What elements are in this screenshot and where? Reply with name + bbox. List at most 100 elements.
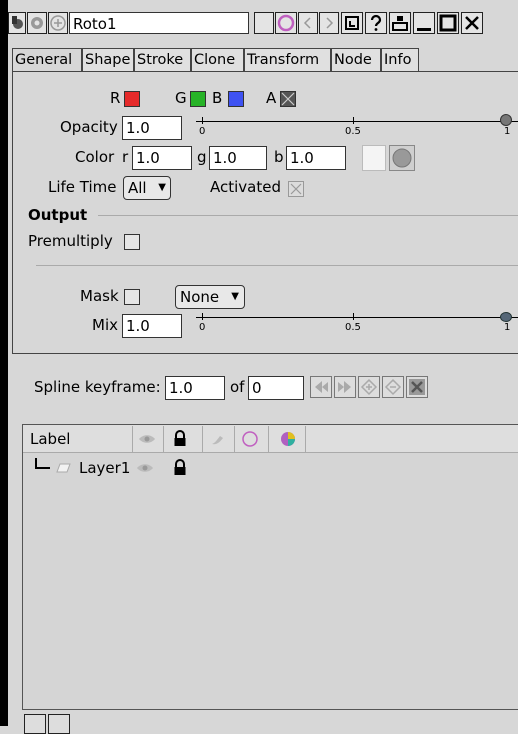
maximize-icon — [439, 14, 457, 32]
redo-button[interactable] — [319, 12, 339, 34]
close-button[interactable] — [461, 12, 483, 34]
activated-checkbox[interactable] — [288, 181, 304, 197]
color-picker-button[interactable] — [275, 12, 297, 34]
lock-header[interactable] — [172, 426, 192, 452]
remove-keyframe-button[interactable] — [382, 376, 404, 398]
mask-value: None — [180, 288, 220, 306]
question-icon — [370, 14, 382, 31]
spline-keyframe-field[interactable]: 1.0 — [165, 376, 225, 400]
previous-keyframe-icon — [315, 381, 328, 393]
opacity-field[interactable]: 1.0 — [122, 116, 182, 140]
opacity-tick-0 — [202, 117, 203, 124]
tree-branch-icon — [35, 458, 50, 469]
opacity-slider-handle[interactable] — [500, 114, 512, 126]
node-icon — [12, 16, 23, 29]
bottom-button-1[interactable] — [24, 714, 46, 734]
settings-button[interactable] — [27, 12, 47, 34]
mix-slider[interactable]: 0 0.5 1 — [196, 308, 518, 338]
plus-circle-icon — [50, 15, 66, 31]
check-x-icon — [281, 92, 295, 106]
opacity-slider[interactable]: 0 0.5 1 — [196, 112, 518, 142]
header-separator — [234, 426, 235, 452]
tab-info[interactable]: Info — [381, 48, 419, 72]
color-wheel-icon — [277, 14, 295, 32]
mix-tick-label-1: 1 — [504, 322, 511, 333]
tab-general[interactable]: General — [12, 48, 82, 72]
node-icon-button[interactable] — [8, 12, 26, 34]
maximize-button[interactable] — [437, 12, 459, 34]
channel-g-checkbox[interactable] — [190, 91, 206, 107]
mix-slider-handle[interactable] — [500, 312, 512, 322]
activated-label: Activated — [210, 178, 281, 196]
lock-icon[interactable] — [172, 456, 188, 480]
mix-field[interactable]: 1.0 — [122, 314, 182, 338]
next-keyframe-button[interactable] — [334, 376, 356, 398]
close-icon — [465, 16, 479, 30]
node-name-field[interactable]: Roto1 — [69, 12, 249, 34]
float-icon — [392, 16, 408, 31]
undo-button[interactable] — [298, 12, 318, 34]
color-b-label: b — [274, 148, 284, 166]
tab-stroke[interactable]: Stroke — [134, 48, 191, 72]
visibility-header[interactable] — [137, 426, 157, 452]
opacity-tick-label-1: 1 — [504, 126, 511, 137]
restore-defaults-button[interactable] — [341, 12, 363, 34]
color-r-label: r — [122, 148, 129, 166]
tab-clone[interactable]: Clone — [191, 48, 244, 72]
spline-of-field[interactable]: 0 — [248, 376, 304, 400]
eye-icon[interactable] — [135, 456, 155, 480]
mix-tick-label-0: 0 — [199, 322, 206, 333]
lifetime-value: All — [128, 179, 147, 197]
mix-tick-0 — [202, 313, 203, 320]
help-button[interactable] — [365, 12, 387, 34]
chevron-left-icon — [303, 17, 311, 29]
eye-icon — [139, 435, 155, 443]
opacity-tick-05 — [353, 117, 354, 124]
title-bar: Roto1 — [8, 12, 518, 38]
channel-g-label: G — [175, 89, 187, 107]
channel-b-checkbox[interactable] — [228, 91, 244, 107]
chevron-right-icon — [326, 17, 334, 29]
minimize-panel-button[interactable] — [254, 12, 274, 34]
opacity-slider-track — [196, 121, 518, 122]
header-separator — [132, 426, 133, 452]
bottom-button-2[interactable] — [48, 714, 70, 734]
add-button[interactable] — [48, 12, 68, 34]
minimize-icon — [417, 28, 431, 31]
layer-icon — [56, 463, 71, 473]
prev-keyframe-button[interactable] — [310, 376, 332, 398]
motion-blur-header[interactable] — [208, 426, 228, 452]
mask-dropdown[interactable]: None ▼ — [175, 285, 245, 309]
mix-label: Mix — [92, 316, 118, 334]
color-g-field[interactable]: 1.0 — [209, 146, 267, 170]
color-picker-circle-button[interactable] — [389, 145, 415, 171]
color-b-field[interactable]: 1.0 — [286, 146, 346, 170]
add-keyframe-button[interactable] — [358, 376, 380, 398]
lock-icon — [174, 430, 186, 446]
brush-icon — [212, 436, 223, 445]
float-panel-button[interactable] — [389, 12, 411, 34]
premultiply-checkbox[interactable] — [124, 234, 140, 250]
mask-checkbox[interactable] — [124, 289, 140, 305]
color-swatch[interactable] — [362, 145, 386, 171]
minimize-button[interactable] — [413, 12, 435, 34]
color-header[interactable] — [240, 426, 260, 452]
overlay-color-header[interactable] — [278, 426, 298, 452]
opacity-label: Opacity — [60, 118, 118, 136]
mask-label: Mask — [80, 287, 119, 305]
tab-node[interactable]: Node — [331, 48, 381, 72]
tab-shape[interactable]: Shape — [82, 48, 134, 72]
list-item[interactable]: Layer1 — [24, 456, 504, 480]
gear-icon — [31, 17, 43, 29]
header-separator — [202, 426, 203, 452]
lifetime-dropdown[interactable]: All ▼ — [123, 176, 171, 200]
spline-of-label: of — [230, 378, 245, 396]
premultiply-label: Premultiply — [28, 232, 113, 250]
color-r-field[interactable]: 1.0 — [132, 146, 192, 170]
dropdown-arrow-icon: ▼ — [231, 291, 239, 302]
remove-keyframe-icon — [384, 378, 402, 396]
channel-r-checkbox[interactable] — [124, 91, 140, 107]
tab-transform[interactable]: Transform — [244, 48, 331, 72]
clear-keyframes-button[interactable] — [406, 376, 428, 398]
channel-a-checkbox[interactable] — [280, 91, 296, 107]
